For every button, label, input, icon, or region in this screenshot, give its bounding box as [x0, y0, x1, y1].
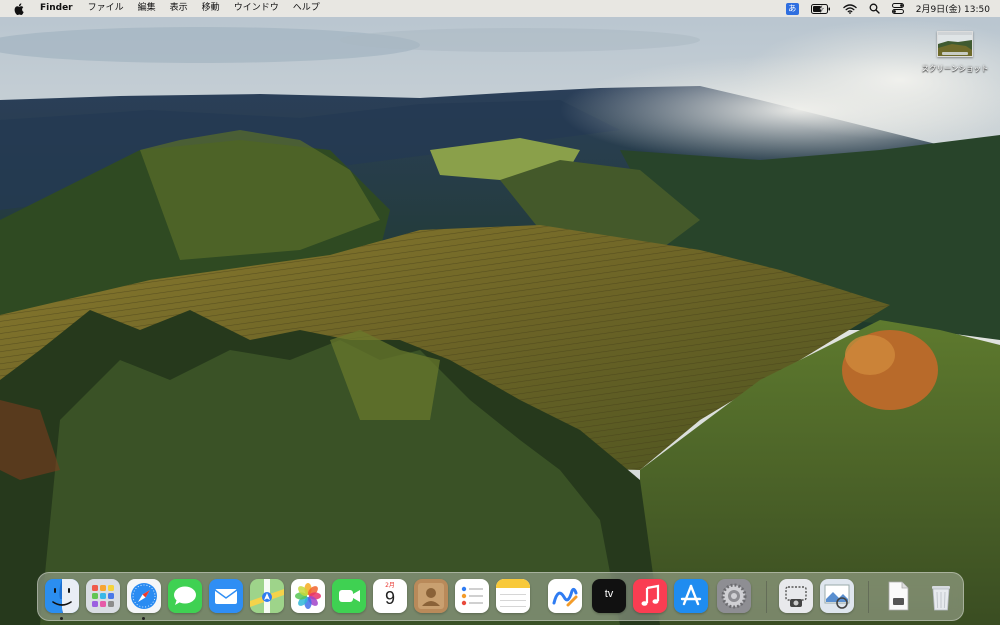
menu-bar: Finder ファイル 編集 表示 移動 ウインドウ ヘルプ あ 2月9日(金)… — [0, 0, 1000, 17]
screenshot-thumbnail-icon — [937, 31, 973, 57]
dock-trash[interactable] — [924, 579, 958, 613]
safari-compass-icon — [127, 579, 161, 613]
menu-view[interactable]: 表示 — [163, 0, 195, 17]
running-indicator-safari — [142, 617, 145, 620]
dock-music[interactable] — [633, 579, 667, 613]
dock-separator-2 — [868, 581, 869, 613]
wifi-icon[interactable] — [837, 0, 863, 17]
input-method-label: あ — [785, 2, 799, 15]
trash-can-icon — [932, 586, 950, 611]
apple-logo-icon[interactable] — [12, 2, 26, 15]
desktop-icon-screenshot[interactable]: スクリーンショット — [914, 31, 996, 74]
running-indicator-finder — [60, 617, 63, 620]
notes-icon — [496, 579, 530, 613]
dock-app-store[interactable] — [674, 579, 708, 613]
preview-icon — [820, 579, 854, 613]
dock: 2月 9 tv — [37, 572, 964, 621]
dock-freeform[interactable] — [548, 579, 582, 613]
reminders-list-icon — [455, 579, 489, 613]
music-note-icon — [633, 579, 667, 613]
dock-calendar[interactable]: 2月 9 — [373, 579, 407, 613]
dock-contacts[interactable] — [414, 579, 448, 613]
dock-mail[interactable] — [209, 579, 243, 613]
dock-photos[interactable] — [291, 579, 325, 613]
dock-reminders[interactable] — [455, 579, 489, 613]
input-method-indicator[interactable]: あ — [780, 0, 805, 17]
spotlight-search-icon[interactable] — [863, 0, 886, 17]
document-file-icon — [888, 581, 909, 611]
desktop-icon-label: スクリーンショット — [921, 64, 989, 73]
dock-separator — [766, 581, 767, 613]
facetime-camera-icon — [332, 579, 366, 613]
dock-messages[interactable] — [168, 579, 202, 613]
freeform-icon — [548, 579, 582, 613]
menu-bar-clock[interactable]: 2月9日(金) 13:50 — [910, 2, 1000, 15]
app-store-icon — [674, 579, 708, 613]
dock-launchpad[interactable] — [86, 579, 120, 613]
menu-app-finder[interactable]: Finder — [36, 0, 81, 17]
dock-screenshot[interactable] — [779, 579, 813, 613]
battery-icon[interactable] — [805, 0, 837, 17]
dock-maps[interactable] — [250, 579, 284, 613]
menu-file[interactable]: ファイル — [81, 0, 131, 17]
menu-window[interactable]: ウインドウ — [227, 0, 286, 17]
messages-bubble-icon — [168, 579, 202, 613]
dock-document[interactable] — [881, 579, 915, 613]
calendar-day: 9 — [384, 588, 395, 608]
photos-flower-icon — [291, 579, 325, 613]
dock-preview[interactable] — [820, 579, 854, 613]
dock-facetime[interactable] — [332, 579, 366, 613]
launchpad-icon — [86, 579, 120, 613]
menu-go[interactable]: 移動 — [195, 0, 227, 17]
dock-system-settings[interactable] — [717, 579, 751, 613]
finder-icon — [45, 579, 79, 613]
dock-apple-tv[interactable]: tv — [592, 579, 626, 613]
dock-safari[interactable] — [127, 579, 161, 613]
menu-help[interactable]: ヘルプ — [286, 0, 327, 17]
system-settings-gear-icon — [717, 579, 751, 613]
maps-icon — [250, 579, 284, 613]
control-center-icon[interactable] — [886, 0, 910, 17]
dock-notes[interactable] — [496, 579, 530, 613]
menu-edit[interactable]: 編集 — [131, 0, 163, 17]
dock-finder[interactable] — [45, 579, 79, 613]
desktop-wallpaper — [0, 0, 1000, 625]
mail-envelope-icon — [209, 579, 243, 613]
apple-tv-label: tv — [604, 588, 614, 600]
contacts-icon — [414, 579, 448, 613]
screenshot-camera-icon — [779, 579, 813, 613]
